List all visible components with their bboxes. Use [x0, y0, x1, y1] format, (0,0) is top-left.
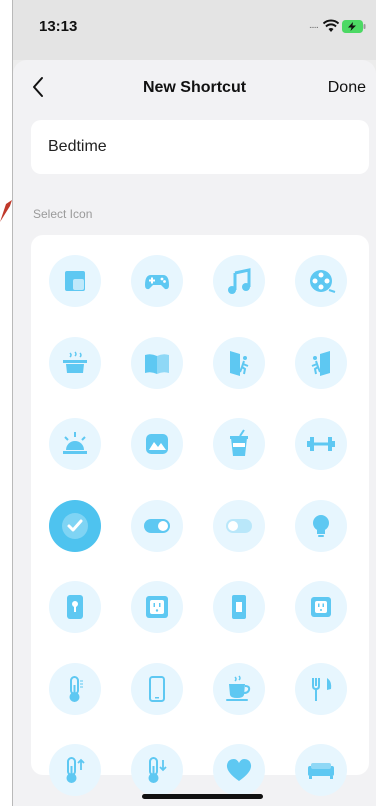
icon-option[interactable] [49, 255, 101, 307]
music-icon [228, 268, 251, 294]
icon-option[interactable] [295, 418, 347, 470]
light-bulb-icon [313, 514, 329, 537]
red-arrow-icon [0, 200, 12, 222]
window-icon [65, 271, 85, 291]
nav-bar: New Shortcut Done [13, 60, 376, 116]
icon-option[interactable] [131, 255, 183, 307]
icon-option[interactable] [213, 662, 265, 715]
icon-option[interactable] [295, 255, 347, 307]
icon-option[interactable] [131, 418, 183, 470]
icon-option[interactable] [295, 336, 347, 389]
icon-option[interactable] [49, 662, 101, 715]
battery-charging-icon [342, 20, 366, 33]
icon-option[interactable] [49, 336, 101, 389]
shortcut-name-field[interactable]: Bedtime [31, 120, 369, 174]
icon-option[interactable] [213, 499, 265, 552]
new-shortcut-sheet: New Shortcut Done Bedtime Select Icon [13, 60, 376, 806]
wifi-icon [323, 19, 339, 32]
mountain-picture-icon [146, 434, 168, 454]
page-title: New Shortcut [142, 79, 247, 96]
icon-option[interactable] [131, 336, 183, 389]
thermometer-icon [69, 675, 83, 702]
select-icon-label: Select Icon [33, 207, 93, 221]
thermometer-up-icon [66, 757, 85, 783]
icon-option[interactable] [295, 499, 347, 552]
icon-option[interactable] [213, 418, 265, 470]
gamepad-icon [145, 275, 169, 290]
icon-option[interactable] [295, 662, 347, 715]
icon-option[interactable] [213, 581, 265, 633]
icon-option[interactable] [131, 581, 183, 633]
film-reel-icon [310, 270, 336, 293]
done-button[interactable]: Done [328, 79, 366, 97]
rocker-switch-icon [232, 595, 246, 619]
drink-cup-icon [230, 429, 248, 456]
toggle-off-icon [226, 518, 252, 533]
checkmark-icon [62, 512, 88, 539]
smartphone-icon [149, 675, 165, 702]
icon-grid-panel [31, 235, 369, 796]
book-icon [145, 353, 169, 374]
heart-icon [226, 759, 252, 781]
fork-knife-icon [312, 677, 332, 701]
toggle-on-icon [144, 518, 170, 533]
icon-option[interactable] [213, 255, 265, 307]
icon-option[interactable] [131, 662, 183, 715]
power-outlet-icon [146, 596, 168, 618]
icon-option[interactable] [49, 581, 101, 633]
home-indicator [142, 794, 263, 799]
dumbbell-icon [307, 437, 335, 451]
walk-in-door-icon [230, 350, 249, 376]
icon-option[interactable] [131, 744, 183, 796]
phone-screen: 13:13 ..... New Shortcut Done Bedtime Se… [13, 0, 376, 806]
smart-plug-icon [311, 597, 331, 617]
sunrise-icon [63, 432, 87, 454]
icon-option[interactable] [213, 744, 265, 796]
cooking-pot-icon [63, 350, 87, 373]
status-time: 13:13 [39, 18, 78, 35]
status-bar: 13:13 ..... [13, 0, 376, 60]
icon-option[interactable] [49, 744, 101, 796]
sofa-icon [308, 763, 334, 779]
icon-option[interactable] [295, 744, 347, 796]
thermometer-down-icon [148, 757, 167, 783]
icon-option[interactable] [295, 581, 347, 633]
signal-dots: ..... [309, 20, 319, 31]
icon-option[interactable] [213, 336, 265, 389]
walk-out-door-icon [311, 350, 330, 376]
coffee-cup-icon [226, 674, 251, 701]
icon-option[interactable] [49, 418, 101, 470]
icon-option[interactable] [131, 499, 183, 552]
icon-option[interactable] [49, 499, 101, 552]
wall-switch-icon [67, 595, 83, 619]
